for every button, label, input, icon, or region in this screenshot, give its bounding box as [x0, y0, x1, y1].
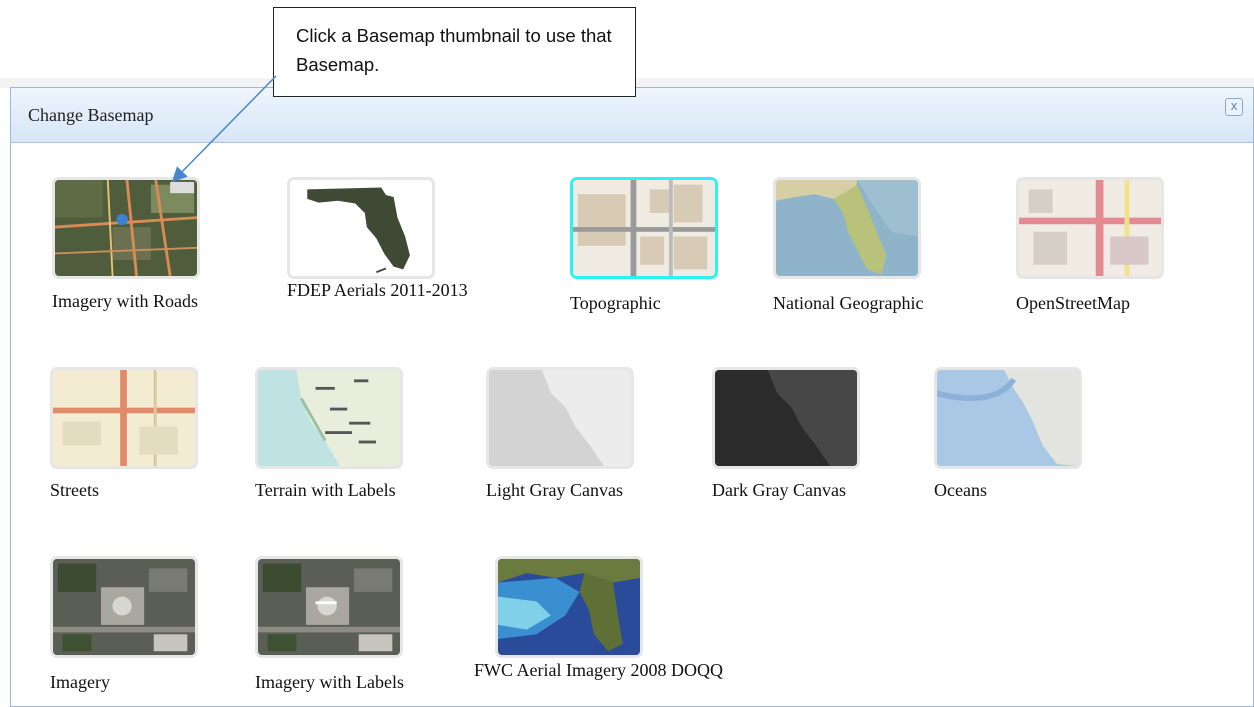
- instruction-callout: Click a Basemap thumbnail to use that Ba…: [273, 7, 636, 97]
- basemap-topographic[interactable]: Topographic: [570, 177, 718, 313]
- topographic-thumbnail[interactable]: [570, 177, 718, 279]
- basemap-fdep-aerials[interactable]: FDEP Aerials 2011-2013: [287, 177, 468, 300]
- basemap-label: Terrain with Labels: [255, 480, 396, 500]
- imagery-roads-thumbnail[interactable]: [52, 177, 200, 279]
- basemap-label: FWC Aerial Imagery 2008 DOQQ: [474, 660, 723, 680]
- basemap-label: Dark Gray Canvas: [712, 480, 846, 500]
- basemap-imagery-with-roads[interactable]: Imagery with Roads: [52, 177, 200, 311]
- oceans-thumbnail[interactable]: [934, 367, 1082, 469]
- basemap-label: National Geographic: [773, 293, 924, 313]
- dialog-title: Change Basemap: [28, 105, 154, 125]
- basemap-national-geographic[interactable]: National Geographic: [773, 177, 923, 313]
- callout-text: Click a Basemap thumbnail to use that Ba…: [296, 25, 612, 75]
- terrain-labels-thumbnail[interactable]: [255, 367, 403, 469]
- basemap-label: Streets: [50, 480, 99, 500]
- basemap-openstreetmap[interactable]: OpenStreetMap: [1016, 177, 1164, 313]
- basemap-imagery[interactable]: Imagery: [50, 556, 198, 692]
- basemap-terrain-with-labels[interactable]: Terrain with Labels: [255, 367, 403, 500]
- imagery-labels-thumbnail[interactable]: [255, 556, 403, 658]
- dark-gray-canvas-thumbnail[interactable]: [712, 367, 860, 469]
- basemap-label: Imagery with Labels: [255, 672, 404, 692]
- basemap-label: FDEP Aerials 2011-2013: [287, 280, 468, 300]
- basemap-fwc-aerial[interactable]: FWC Aerial Imagery 2008 DOQQ: [474, 556, 723, 680]
- light-gray-canvas-thumbnail[interactable]: [486, 367, 634, 469]
- openstreetmap-thumbnail[interactable]: [1016, 177, 1164, 279]
- basemap-imagery-with-labels[interactable]: Imagery with Labels: [255, 556, 404, 692]
- basemap-label: Light Gray Canvas: [486, 480, 623, 500]
- fdep-aerials-thumbnail[interactable]: [287, 177, 435, 279]
- basemap-label: OpenStreetMap: [1016, 293, 1130, 313]
- fwc-aerial-thumbnail[interactable]: [495, 556, 643, 658]
- basemap-label: Oceans: [934, 480, 987, 500]
- basemap-label: Imagery: [50, 672, 110, 692]
- streets-thumbnail[interactable]: [50, 367, 198, 469]
- imagery-thumbnail[interactable]: [50, 556, 198, 658]
- basemap-oceans[interactable]: Oceans: [934, 367, 1082, 500]
- basemap-label: Imagery with Roads: [52, 291, 198, 311]
- basemap-streets[interactable]: Streets: [50, 367, 198, 500]
- basemap-label: Topographic: [570, 293, 661, 313]
- basemap-dark-gray-canvas[interactable]: Dark Gray Canvas: [712, 367, 860, 500]
- national-geographic-thumbnail[interactable]: [773, 177, 921, 279]
- close-button[interactable]: x: [1225, 98, 1243, 116]
- basemap-light-gray-canvas[interactable]: Light Gray Canvas: [486, 367, 634, 500]
